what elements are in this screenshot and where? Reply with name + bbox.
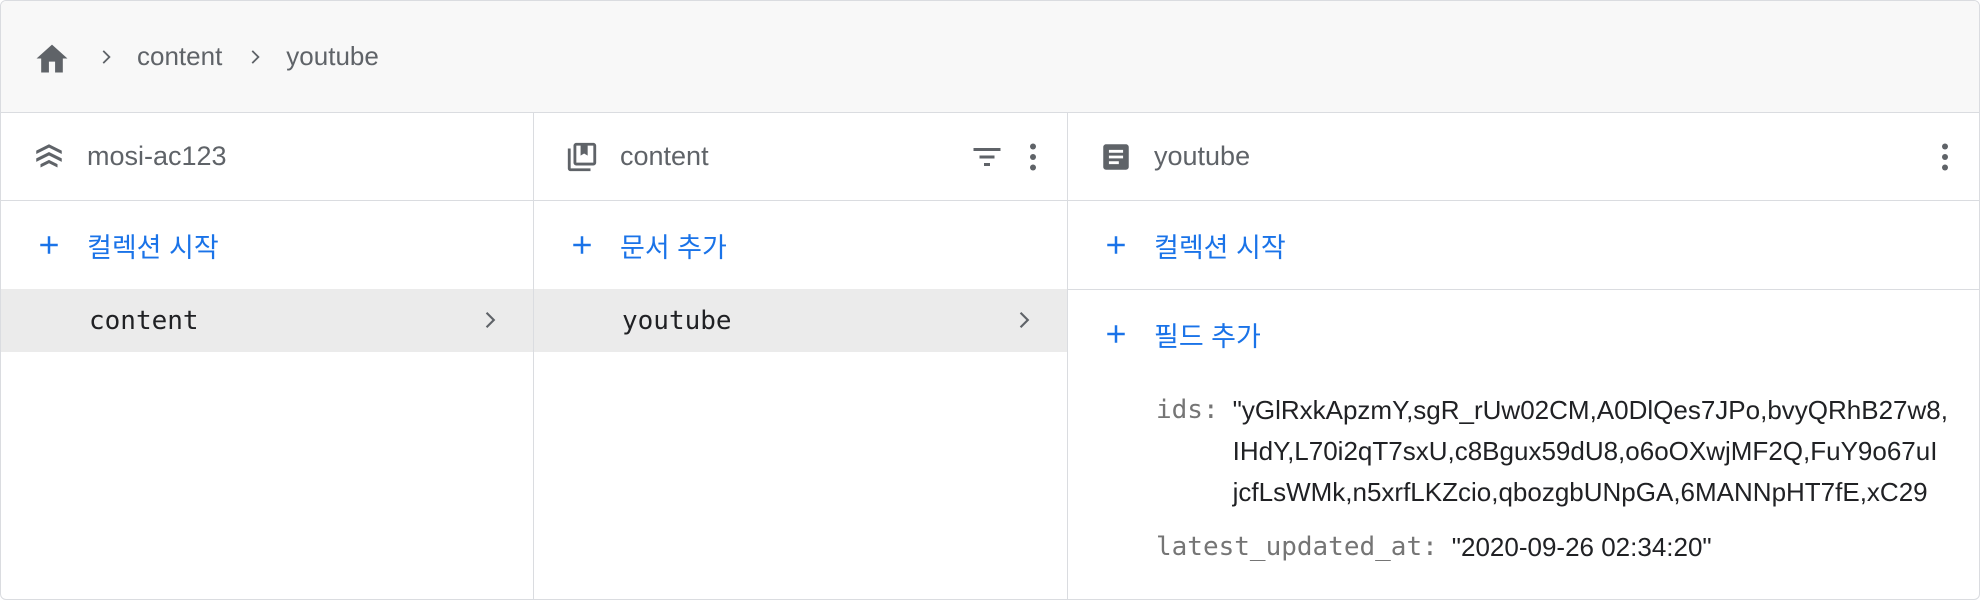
list-item-label: youtube [622, 305, 732, 336]
breadcrumb: content youtube [1, 1, 1979, 113]
start-subcollection-button[interactable]: 컬렉션 시작 [1068, 201, 1979, 289]
start-collection-label: 컬렉션 시작 [87, 232, 219, 263]
list-item-label: content [89, 305, 199, 336]
add-field-button[interactable]: 필드 추가 [1068, 290, 1979, 378]
more-vert-icon[interactable] [1925, 137, 1965, 177]
document-header-actions [1919, 113, 1965, 201]
field-latest-updated-at[interactable]: latest_updated_at: "2020-09-26 02:34:20" [1068, 527, 1979, 568]
field-key-latest-updated-at: latest_updated_at: [1156, 532, 1438, 562]
add-document-label: 문서 추가 [620, 232, 727, 263]
document-column: youtube 컬렉션 시작 필드 추가 ids: "yGlRxkApzmY,s… [1068, 113, 1979, 599]
list-item-youtube[interactable]: youtube [534, 289, 1067, 352]
chevron-right-icon [477, 306, 505, 334]
document-icon [1098, 139, 1134, 175]
chevron-right-icon [1011, 306, 1039, 334]
project-column: mosi-ac123 컬렉션 시작 content [1, 113, 534, 599]
more-vert-icon[interactable] [1013, 137, 1053, 177]
chevron-right-icon [93, 43, 121, 71]
plus-icon [31, 227, 67, 263]
field-value-line: IHdY,L70i2qT7sxU,c8Bgux59dU8,o6oOXwjMF2Q… [1232, 436, 1938, 466]
field-ids[interactable]: ids: "yGlRxkApzmY,sgR_rUw02CM,A0DlQes7JP… [1068, 390, 1979, 513]
add-document-button[interactable]: 문서 추가 [534, 201, 1067, 289]
field-key-ids: ids: [1156, 395, 1219, 425]
collection-title: content [620, 141, 709, 171]
filter-icon[interactable] [967, 137, 1007, 177]
collection-header-actions [961, 113, 1053, 201]
field-value-line: "yGlRxkApzmY,sgR_rUw02CM,A0DlQes7JPo,bvy… [1232, 395, 1948, 425]
breadcrumb-item-content[interactable]: content [137, 41, 222, 72]
collection-icon [564, 139, 600, 175]
document-column-header: youtube [1068, 113, 1979, 201]
firestore-data-viewer: content youtube mosi-ac123 컬렉션 시작 conten… [0, 0, 1980, 600]
field-value-ids: "yGlRxkApzmY,sgR_rUw02CM,A0DlQes7JPo,bvy… [1219, 390, 1948, 513]
firestore-icon [31, 139, 67, 175]
project-column-header: mosi-ac123 [1, 113, 533, 201]
home-icon[interactable] [31, 36, 73, 78]
field-value-latest-updated-at: "2020-09-26 02:34:20" [1451, 532, 1712, 562]
chevron-right-icon [242, 43, 270, 71]
start-collection-button[interactable]: 컬렉션 시작 [1, 201, 533, 289]
field-value-line: jcfLsWMk,n5xrfLKZcio,qbozgbUNpGA,6MANNpH… [1232, 477, 1928, 507]
project-title: mosi-ac123 [87, 141, 227, 171]
plus-icon [564, 227, 600, 263]
document-title: youtube [1154, 141, 1251, 171]
collection-column-header: content [534, 113, 1067, 201]
start-subcollection-label: 컬렉션 시작 [1154, 232, 1286, 263]
collection-column: content 문서 추가 youtube [534, 113, 1068, 599]
plus-icon [1098, 227, 1134, 263]
breadcrumb-item-youtube[interactable]: youtube [286, 41, 379, 72]
plus-icon [1098, 316, 1134, 352]
list-item-content[interactable]: content [1, 289, 533, 352]
add-field-label: 필드 추가 [1154, 321, 1261, 352]
